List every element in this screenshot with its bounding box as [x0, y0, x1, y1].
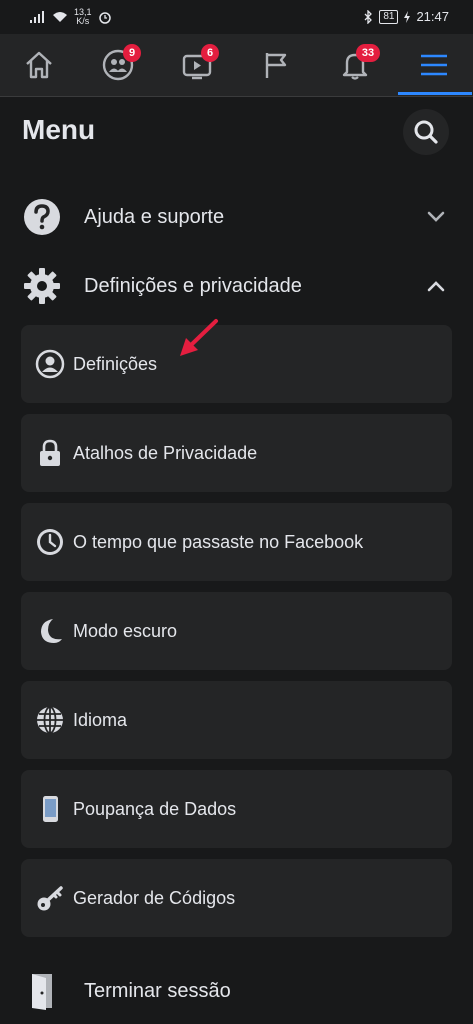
menu-item-language[interactable]: Idioma	[21, 681, 452, 759]
chevron-down-icon	[424, 205, 448, 229]
logout-item[interactable]: Terminar sessão	[22, 968, 452, 1014]
status-left: 13,1 K/s	[30, 8, 112, 26]
nav-home[interactable]	[0, 34, 78, 96]
menu-item-dark-mode-label: Modo escuro	[73, 620, 178, 641]
watch-badge: 6	[201, 44, 219, 62]
notifications-badge: 33	[356, 44, 380, 62]
settings-privacy-section[interactable]: Definições e privacidade	[22, 264, 452, 308]
help-support-section[interactable]: Ajuda e suporte	[22, 195, 452, 239]
status-bar: 13,1 K/s 81 21:47	[0, 0, 473, 34]
settings-privacy-label: Definições e privacidade	[84, 274, 302, 297]
home-icon	[26, 51, 52, 79]
menu-item-settings[interactable]: Definições	[21, 325, 452, 403]
page-title: Menu	[22, 114, 96, 145]
moon-icon	[35, 616, 65, 646]
active-tab-indicator	[398, 92, 472, 95]
search-icon	[414, 120, 438, 144]
menu-item-code-generator-label: Gerador de Códigos	[73, 887, 236, 908]
door-icon	[22, 971, 62, 1011]
menu-item-dark-mode[interactable]: Modo escuro	[21, 592, 452, 670]
nav-menu[interactable]	[395, 34, 473, 96]
profile-circle-icon	[35, 349, 65, 379]
nav-notifications[interactable]: 33	[316, 34, 394, 96]
top-navigation: 9 6 33	[0, 34, 473, 97]
alarm-icon	[98, 12, 111, 24]
clock: 21:47	[416, 9, 449, 24]
hamburger-menu-icon	[421, 54, 447, 76]
wifi-icon	[53, 12, 67, 22]
help-question-icon	[22, 197, 62, 237]
lock-icon	[35, 438, 65, 468]
menu-item-settings-label: Definições	[73, 353, 158, 374]
globe-icon	[35, 705, 65, 735]
key-icon	[35, 883, 65, 913]
menu-item-time-on-facebook[interactable]: O tempo que passaste no Facebook	[21, 503, 452, 581]
nav-watch[interactable]: 6	[158, 34, 236, 96]
menu-item-privacy-shortcuts-label: Atalhos de Privacidade	[73, 442, 258, 463]
charging-icon	[404, 10, 411, 23]
menu-item-language-label: Idioma	[73, 709, 128, 730]
menu-item-data-saver[interactable]: Poupança de Dados	[21, 770, 452, 848]
nav-friends[interactable]: 9	[79, 34, 157, 96]
status-right: 81 21:47	[363, 9, 449, 24]
friends-badge: 9	[123, 44, 141, 62]
network-speed: 13,1 K/s	[74, 7, 92, 26]
pages-flag-icon	[265, 53, 287, 78]
help-support-label: Ajuda e suporte	[84, 205, 225, 228]
phone-icon	[35, 794, 65, 824]
signal-icon	[30, 11, 44, 23]
chevron-up-icon	[424, 274, 448, 298]
logout-label: Terminar sessão	[84, 979, 231, 1002]
menu-item-data-saver-label: Poupança de Dados	[73, 798, 237, 819]
menu-item-time-on-facebook-label: O tempo que passaste no Facebook	[73, 531, 364, 552]
gear-icon	[22, 266, 62, 306]
bluetooth-icon	[364, 9, 373, 24]
clock-icon	[35, 527, 65, 557]
menu-item-privacy-shortcuts[interactable]: Atalhos de Privacidade	[21, 414, 452, 492]
nav-pages[interactable]	[237, 34, 315, 96]
battery-level: 81	[379, 9, 399, 24]
search-button[interactable]	[403, 109, 449, 155]
menu-item-code-generator[interactable]: Gerador de Códigos	[21, 859, 452, 937]
annotation-arrow	[180, 319, 218, 356]
